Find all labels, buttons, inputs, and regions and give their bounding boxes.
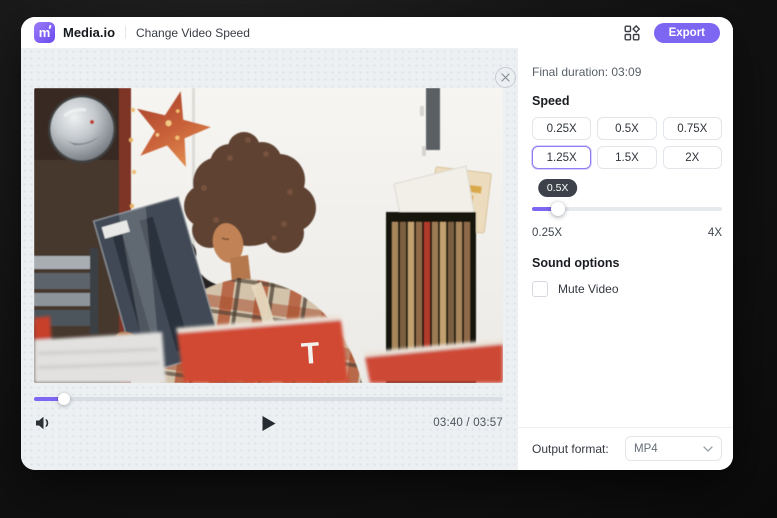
seek-thumb[interactable] <box>58 393 70 405</box>
brand-name: Media.io <box>63 25 115 40</box>
header: m Media.io Change Video Speed Export <box>21 17 733 48</box>
mute-checkbox[interactable] <box>532 281 548 297</box>
close-button[interactable] <box>495 67 516 88</box>
play-button[interactable] <box>262 416 275 431</box>
sound-options-label: Sound options <box>532 256 722 270</box>
seek-track[interactable] <box>34 397 503 401</box>
player-pane: T <box>21 48 518 470</box>
play-icon <box>262 416 275 431</box>
speed-option-0.5x[interactable]: 0.5X <box>597 117 656 140</box>
mediaio-logo[interactable]: m <box>34 22 55 43</box>
speed-section-label: Speed <box>532 94 722 108</box>
speed-options: 0.25X 0.5X 0.75X 1.25X 1.5X 2X <box>532 117 722 169</box>
volume-icon <box>34 415 52 431</box>
output-format-label: Output format: <box>532 442 609 456</box>
slider-min-label: 0.25X <box>532 227 562 239</box>
app-window: m Media.io Change Video Speed Export <box>21 17 733 470</box>
mirror-decor <box>48 95 116 163</box>
slider-thumb[interactable] <box>551 202 565 216</box>
speed-option-2x[interactable]: 2X <box>663 146 722 169</box>
player-controls: 03:40 / 03:57 <box>34 410 503 436</box>
seek-bar[interactable] <box>34 392 503 405</box>
slider-max-label: 4X <box>708 227 722 239</box>
speed-option-0.25x[interactable]: 0.25X <box>532 117 591 140</box>
mute-label: Mute Video <box>558 282 619 296</box>
slider-tooltip: 0.5X <box>538 179 578 197</box>
format-value: MP4 <box>634 443 658 455</box>
bin-letter: T <box>300 337 321 371</box>
output-format-row: Output format: MP4 <box>518 427 733 470</box>
speed-slider: 0.5X <box>532 179 722 223</box>
speed-panel: Final duration: 03:09 Speed 0.25X 0.5X 0… <box>518 48 733 470</box>
header-divider <box>125 26 126 39</box>
logo-letter: m <box>39 26 51 39</box>
export-button[interactable]: Export <box>654 23 720 43</box>
apps-grid-icon[interactable] <box>624 25 640 41</box>
close-icon <box>501 73 510 82</box>
time-display: 03:40 / 03:57 <box>433 417 503 429</box>
final-duration: Final duration: 03:09 <box>532 65 722 79</box>
video-scene: T <box>34 88 503 383</box>
slider-range-labels: 0.25X 4X <box>532 227 722 239</box>
video-frame[interactable]: T <box>34 88 503 383</box>
format-dropdown[interactable]: MP4 <box>625 436 722 461</box>
speed-option-1.25x[interactable]: 1.25X <box>532 146 591 169</box>
speed-option-1.5x[interactable]: 1.5X <box>597 146 656 169</box>
page-title: Change Video Speed <box>136 26 250 40</box>
volume-button[interactable] <box>34 415 52 431</box>
main-area: T <box>21 48 733 470</box>
speed-option-0.75x[interactable]: 0.75X <box>663 117 722 140</box>
mute-video-option[interactable]: Mute Video <box>532 281 722 297</box>
chevron-down-icon <box>703 446 713 452</box>
